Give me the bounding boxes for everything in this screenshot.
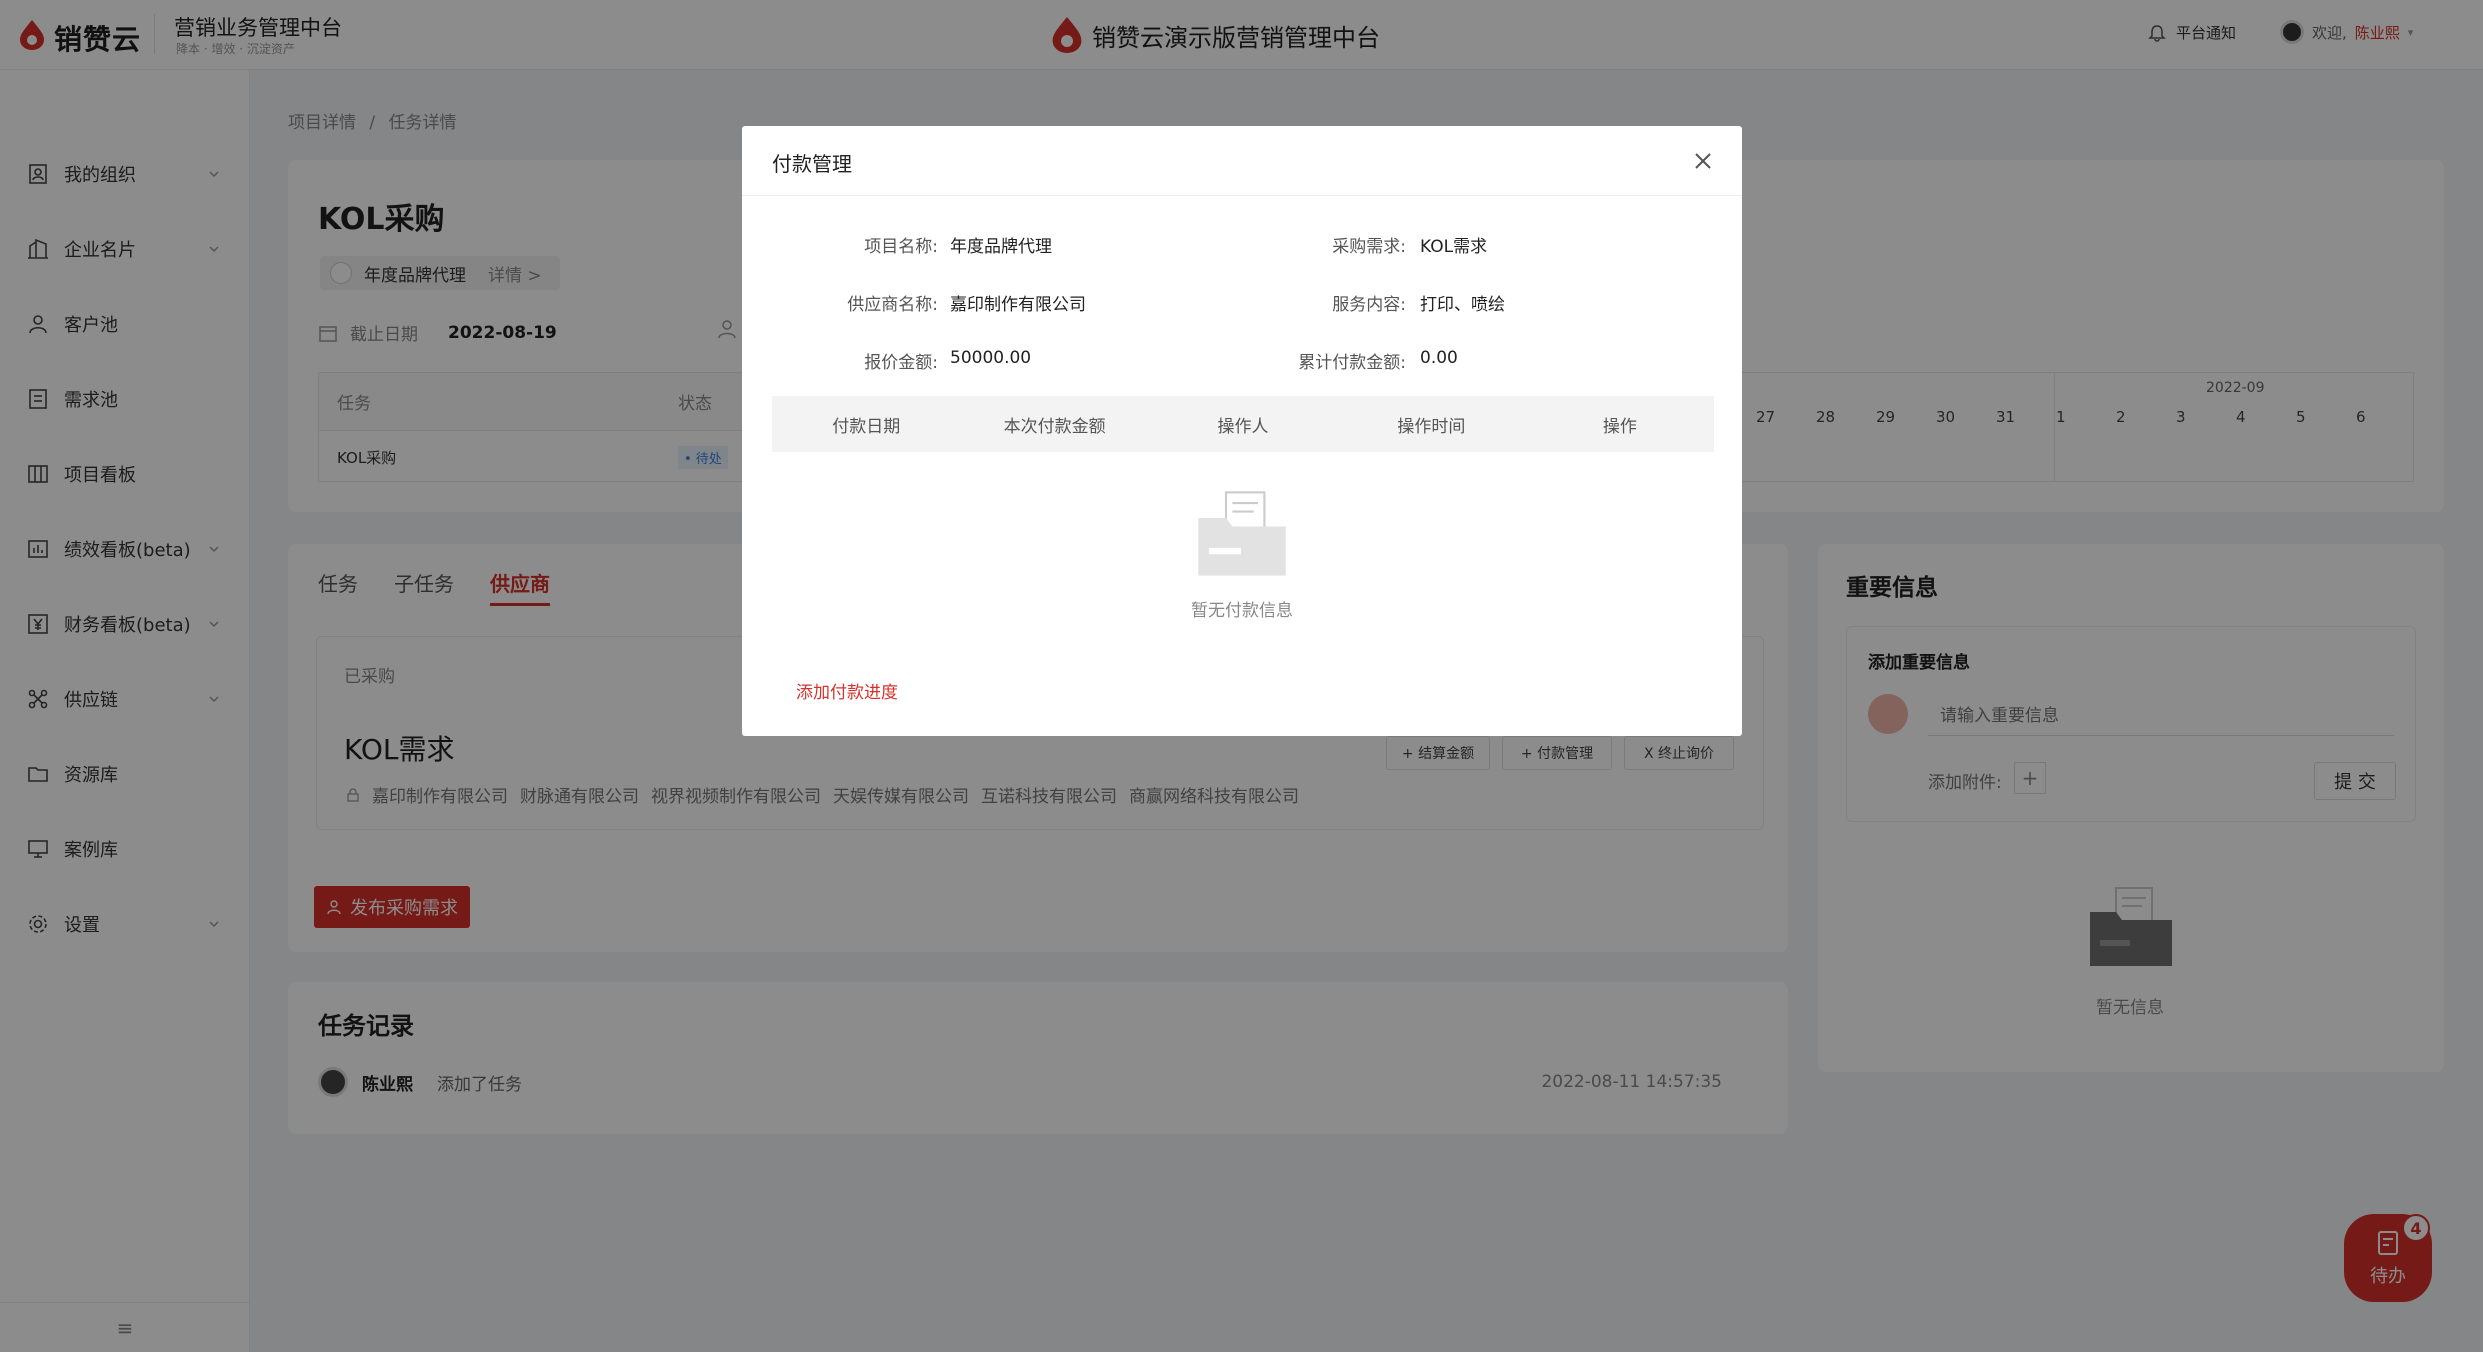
purchase-need-value: KOL需求 [1420,237,1488,257]
supplier-name-label: 供应商名称: [847,295,938,315]
col-op-time: 操作时间 [1397,416,1466,437]
project-name-value: 年度品牌代理 [950,237,1052,257]
payment-table-header: 付款日期 本次付款金额 操作人 操作时间 操作 [772,396,1714,452]
empty-folder-icon [1198,491,1286,576]
payment-empty-text: 暂无付款信息 [1191,601,1293,621]
close-icon[interactable] [1690,148,1716,174]
col-pay-date: 付款日期 [832,416,901,437]
payment-modal: 付款管理 项目名称: 年度品牌代理 采购需求: KOL需求 供应商名称: 嘉印制… [742,126,1742,736]
project-name-label: 项目名称: [864,237,938,257]
modal-title: 付款管理 [772,152,852,176]
modal-header: 付款管理 [742,126,1742,196]
service-content-label: 服务内容: [1332,295,1406,315]
supplier-name-value: 嘉印制作有限公司 [950,295,1086,315]
purchase-need-label: 采购需求: [1332,237,1406,257]
paid-amount-value: 0.00 [1420,348,1458,368]
col-operator: 操作人 [1217,416,1269,437]
col-actions: 操作 [1602,416,1637,437]
paid-amount-label: 累计付款金额: [1298,353,1406,373]
quote-amount-label: 报价金额: [864,353,938,373]
col-pay-amount: 本次付款金额 [1003,416,1106,437]
service-content-value: 打印、喷绘 [1420,295,1505,315]
quote-amount-value: 50000.00 [950,348,1032,368]
add-payment-progress-link[interactable]: 添加付款进度 [796,678,898,703]
